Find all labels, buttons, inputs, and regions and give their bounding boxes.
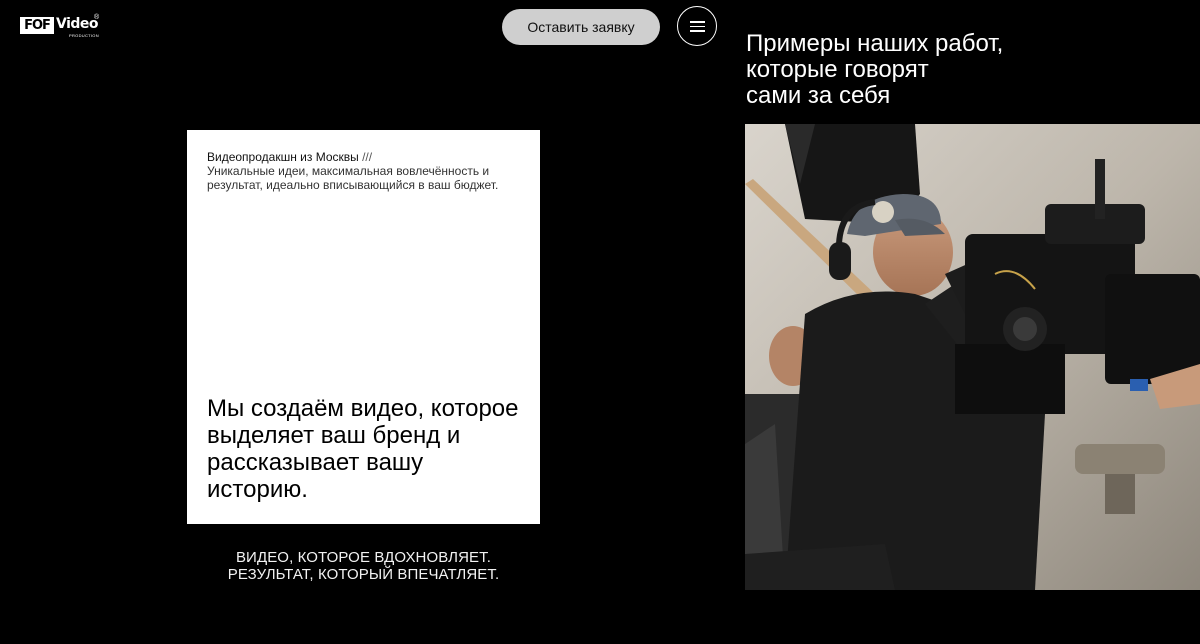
works-showcase-image[interactable] bbox=[745, 124, 1200, 590]
request-button[interactable]: Оставить заявку bbox=[502, 9, 660, 45]
brand-logo[interactable]: FOF Video PRODUCTION ® bbox=[20, 14, 102, 40]
works-title-line-2: которые говорят bbox=[746, 56, 929, 83]
works-title-line-1: Примеры наших работ, bbox=[746, 30, 1004, 57]
logo-mark: FOF bbox=[20, 17, 54, 34]
page: FOF Video PRODUCTION ® Оставить заявку В… bbox=[0, 0, 1200, 644]
tagline-line-1: ВИДЕО, КОТОРОЕ ВДОХНОВЛЯЕТ. bbox=[235, 549, 492, 566]
logo-registered-mark: ® bbox=[94, 14, 100, 21]
logo-subtitle: PRODUCTION bbox=[69, 33, 99, 38]
works-title-line-3: сами за себя bbox=[746, 82, 891, 109]
logo-wordmark: Video bbox=[56, 16, 99, 32]
hero-tagline: ВИДЕО, КОТОРОЕ ВДОХНОВЛЯЕТ. РЕЗУЛЬТАТ, К… bbox=[187, 549, 540, 583]
hero-kicker-description: Уникальные идеи, максимальная вовлечённо… bbox=[207, 164, 499, 192]
menu-button[interactable] bbox=[677, 6, 717, 46]
tagline-line-2: РЕЗУЛЬТАТ, КОТОРЫЙ ВПЕЧАТЛЯЕТ. bbox=[227, 566, 500, 583]
hero-kicker-slashes: /// bbox=[358, 150, 373, 164]
hero-card: Видеопродакшн из Москвы /// Уникальные и… bbox=[187, 130, 540, 524]
works-title: Примеры наших работ, которые говорят сам… bbox=[746, 31, 1166, 109]
hero-kicker-title: Видеопродакшн из Москвы bbox=[207, 150, 359, 164]
hero-kicker: Видеопродакшн из Москвы /// Уникальные и… bbox=[207, 150, 507, 192]
hero-headline: Мы создаём видео, которое выделяет ваш б… bbox=[207, 395, 519, 503]
film-crew-photo bbox=[745, 124, 1200, 590]
